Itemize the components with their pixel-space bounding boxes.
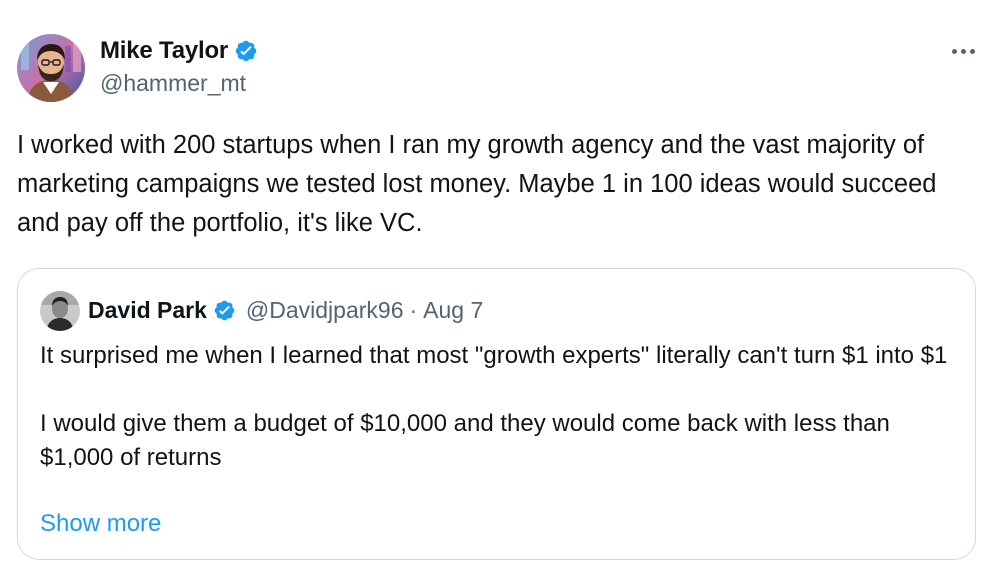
- quoted-author-avatar-illustration-icon: [40, 291, 80, 331]
- quoted-tweet-date[interactable]: Aug 7: [423, 297, 483, 324]
- quoted-author-handle[interactable]: @Davidjpark96: [246, 297, 404, 324]
- quoted-tweet-card[interactable]: David Park @Davidjpark96 · Aug 7 It surp…: [17, 268, 976, 560]
- author-avatar-illustration-icon: [17, 34, 85, 102]
- quoted-author-display-name[interactable]: David Park: [88, 297, 207, 324]
- quoted-tweet-header: David Park @Davidjpark96 · Aug 7: [88, 295, 483, 325]
- author-avatar[interactable]: [17, 34, 85, 102]
- quoted-tweet-text: It surprised me when I learned that most…: [40, 342, 948, 471]
- author-handle[interactable]: @hammer_mt: [100, 70, 246, 97]
- show-more-link[interactable]: Show more: [40, 507, 161, 541]
- quoted-author-avatar[interactable]: [40, 291, 80, 331]
- tweet-card: Mike Taylor @hammer_mt I worked with 200…: [0, 0, 1002, 588]
- quoted-header-separator: ·: [409, 296, 418, 323]
- more-options-dot: [960, 48, 966, 54]
- verified-badge-icon[interactable]: [234, 39, 258, 63]
- verified-badge-icon[interactable]: [213, 299, 236, 322]
- more-options-button[interactable]: [946, 36, 980, 66]
- author-name-row: Mike Taylor: [100, 36, 258, 66]
- more-options-dot: [969, 48, 975, 54]
- more-options-dot: [951, 48, 957, 54]
- author-display-name[interactable]: Mike Taylor: [100, 37, 228, 65]
- tweet-text: I worked with 200 startups when I ran my…: [17, 131, 944, 237]
